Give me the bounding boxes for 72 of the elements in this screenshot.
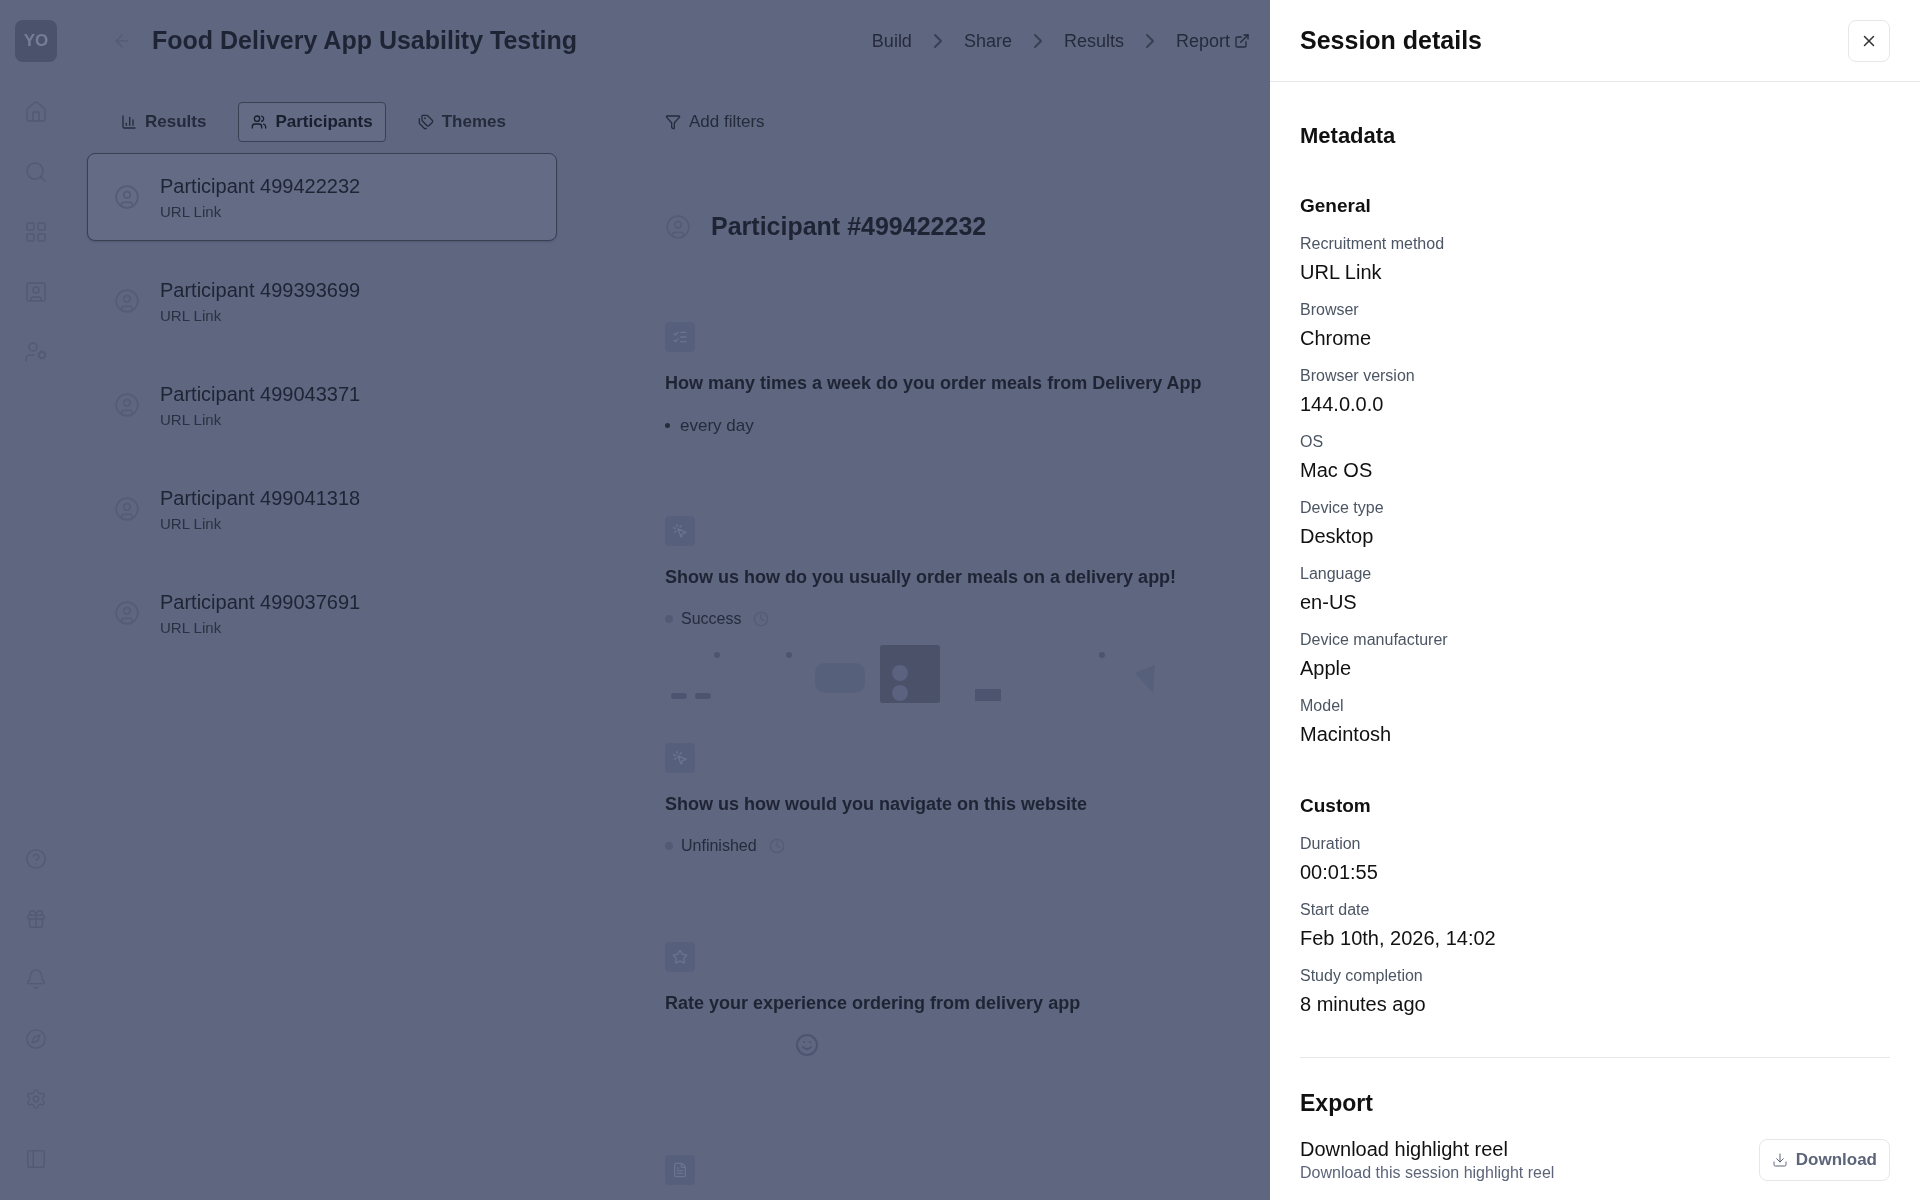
participant-name: Participant 499422232 bbox=[160, 173, 361, 199]
export-item-description: Download this session highlight reel bbox=[1300, 1163, 1555, 1183]
field-value: Apple bbox=[1300, 656, 1353, 681]
status-label: Success bbox=[665, 607, 742, 631]
download-button[interactable]: Download bbox=[1758, 1139, 1890, 1181]
chevron-icon bbox=[933, 34, 942, 48]
export-item-title: Download highlight reel bbox=[1300, 1137, 1509, 1162]
users-icon bbox=[251, 114, 268, 130]
group-heading: Custom bbox=[1300, 794, 1372, 818]
field-label: Start date bbox=[1300, 900, 1371, 920]
status-label: Unfinished bbox=[665, 834, 757, 858]
participant-source: URL Link bbox=[160, 305, 223, 326]
step-link[interactable]: Report bbox=[1175, 27, 1230, 55]
tab[interactable]: Participants bbox=[238, 102, 386, 142]
participant-source: URL Link bbox=[160, 201, 223, 222]
question-text: Show us how would you navigate on this website bbox=[665, 793, 1089, 816]
field-label: Recruitment method bbox=[1300, 234, 1446, 254]
panel-title: Session details bbox=[1300, 24, 1483, 56]
field-value: Macintosh bbox=[1300, 722, 1393, 747]
add-filters-button[interactable]: Add filters bbox=[689, 109, 765, 135]
section-heading: Export bbox=[1300, 1089, 1374, 1118]
step-link[interactable]: Share bbox=[963, 27, 1012, 55]
field-label: Browser version bbox=[1300, 366, 1416, 386]
field-label: Browser bbox=[1300, 300, 1360, 320]
participant-row[interactable]: Participant 499037691 URL Link bbox=[87, 569, 557, 657]
field-label: Device manufacturer bbox=[1300, 630, 1449, 650]
section-heading: Metadata bbox=[1300, 122, 1397, 150]
participant-row[interactable]: Participant 499393699 URL Link bbox=[87, 257, 557, 345]
participant-source: URL Link bbox=[160, 513, 223, 534]
field-label: Language bbox=[1300, 564, 1373, 584]
field-value: 8 minutes ago bbox=[1300, 992, 1427, 1017]
step-link[interactable]: Build bbox=[871, 27, 912, 55]
tab[interactable]: Results bbox=[109, 102, 219, 142]
field-value: Chrome bbox=[1300, 326, 1373, 351]
question-text: Show us how do you usually order meals on a delivery app! bbox=[665, 566, 1178, 589]
participant-source: URL Link bbox=[160, 409, 223, 430]
field-label: Study completion bbox=[1300, 966, 1424, 986]
field-label: OS bbox=[1300, 432, 1325, 452]
participant-row[interactable]: Participant 499041318 URL Link bbox=[87, 465, 557, 553]
field-label: Device type bbox=[1300, 498, 1385, 518]
chevron-icon bbox=[1033, 34, 1042, 48]
field-value: 144.0.0.0 bbox=[1300, 392, 1385, 417]
question-text: Rate your experience ordering from delivery app bbox=[665, 992, 1082, 1015]
chevron-icon bbox=[1145, 34, 1154, 48]
tab[interactable]: Themes bbox=[405, 102, 518, 142]
filter-icon bbox=[665, 114, 681, 130]
group-heading: General bbox=[1300, 194, 1372, 218]
study-title: Food Delivery App Usability Testing bbox=[152, 25, 578, 57]
participant-row[interactable]: Participant 499043371 URL Link bbox=[87, 361, 557, 449]
answer-text: every day bbox=[680, 414, 754, 437]
close-button[interactable] bbox=[1848, 19, 1890, 62]
field-value: 00:01:55 bbox=[1300, 860, 1379, 885]
participant-source: URL Link bbox=[160, 617, 223, 638]
field-value: Desktop bbox=[1300, 524, 1375, 549]
tag-icon bbox=[417, 114, 434, 130]
field-label: Model bbox=[1300, 696, 1345, 716]
participant-title: Participant #499422232 bbox=[711, 211, 987, 242]
participant-name: Participant 499037691 bbox=[160, 589, 361, 615]
external-link-icon bbox=[1234, 33, 1250, 49]
step-link[interactable]: Results bbox=[1063, 27, 1124, 55]
participant-row[interactable]: Participant 499422232 URL Link bbox=[87, 153, 557, 241]
field-label: Duration bbox=[1300, 834, 1362, 854]
field-value: Feb 10th, 2026, 14:02 bbox=[1300, 926, 1497, 951]
download-icon bbox=[1771, 1152, 1788, 1168]
question-text: How many times a week do you order meals from Delivery App bbox=[665, 371, 1203, 395]
participant-name: Participant 499393699 bbox=[160, 277, 361, 303]
field-value: URL Link bbox=[1300, 260, 1383, 285]
field-value: Mac OS bbox=[1300, 458, 1374, 483]
participant-name: Participant 499041318 bbox=[160, 485, 361, 511]
participant-name: Participant 499043371 bbox=[160, 381, 361, 407]
field-value: en-US bbox=[1300, 590, 1358, 615]
bar-chart-icon bbox=[121, 114, 137, 130]
